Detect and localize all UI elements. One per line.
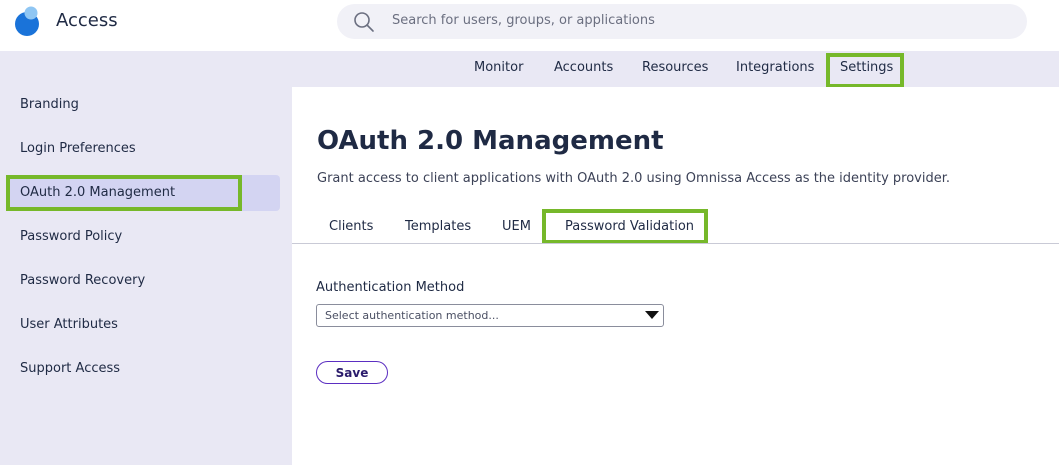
search-placeholder: Search for users, groups, or application… <box>392 13 655 28</box>
tab-templates[interactable]: Templates <box>405 219 471 234</box>
sidebar-item-login-preferences[interactable]: Login Preferences <box>20 141 136 156</box>
top-header: Access Search for users, groups, or appl… <box>0 0 1059 51</box>
auth-method-select[interactable]: Select authentication method... <box>316 304 664 327</box>
save-button[interactable]: Save <box>316 361 388 384</box>
tab-divider <box>292 243 1059 244</box>
nav-integrations[interactable]: Integrations <box>736 60 814 75</box>
nav-settings[interactable]: Settings <box>826 53 904 88</box>
sidebar-item-support-access[interactable]: Support Access <box>20 361 120 376</box>
search-icon <box>354 12 374 32</box>
caret-down-icon <box>645 311 659 319</box>
nav-monitor[interactable]: Monitor <box>474 60 523 75</box>
sidebar-item-password-recovery[interactable]: Password Recovery <box>20 273 145 288</box>
sidebar-item-password-policy[interactable]: Password Policy <box>20 229 122 244</box>
search-input[interactable]: Search for users, groups, or application… <box>337 4 1027 39</box>
tab-clients[interactable]: Clients <box>329 219 373 234</box>
sidebar-item-branding[interactable]: Branding <box>20 97 79 112</box>
page-title: OAuth 2.0 Management <box>317 126 664 156</box>
tab-password-validation[interactable]: Password Validation <box>565 219 694 234</box>
app-title: Access <box>56 10 118 31</box>
auth-method-label: Authentication Method <box>316 280 465 295</box>
auth-method-placeholder: Select authentication method... <box>325 309 499 322</box>
sidebar-item-user-attributes[interactable]: User Attributes <box>20 317 118 332</box>
app-logo-icon[interactable] <box>12 5 42 37</box>
sidebar-item-oauth-management[interactable]: OAuth 2.0 Management <box>20 185 175 200</box>
page-description: Grant access to client applications with… <box>317 171 951 186</box>
tab-uem[interactable]: UEM <box>502 219 531 234</box>
nav-resources[interactable]: Resources <box>642 60 708 75</box>
nav-accounts[interactable]: Accounts <box>554 60 613 75</box>
